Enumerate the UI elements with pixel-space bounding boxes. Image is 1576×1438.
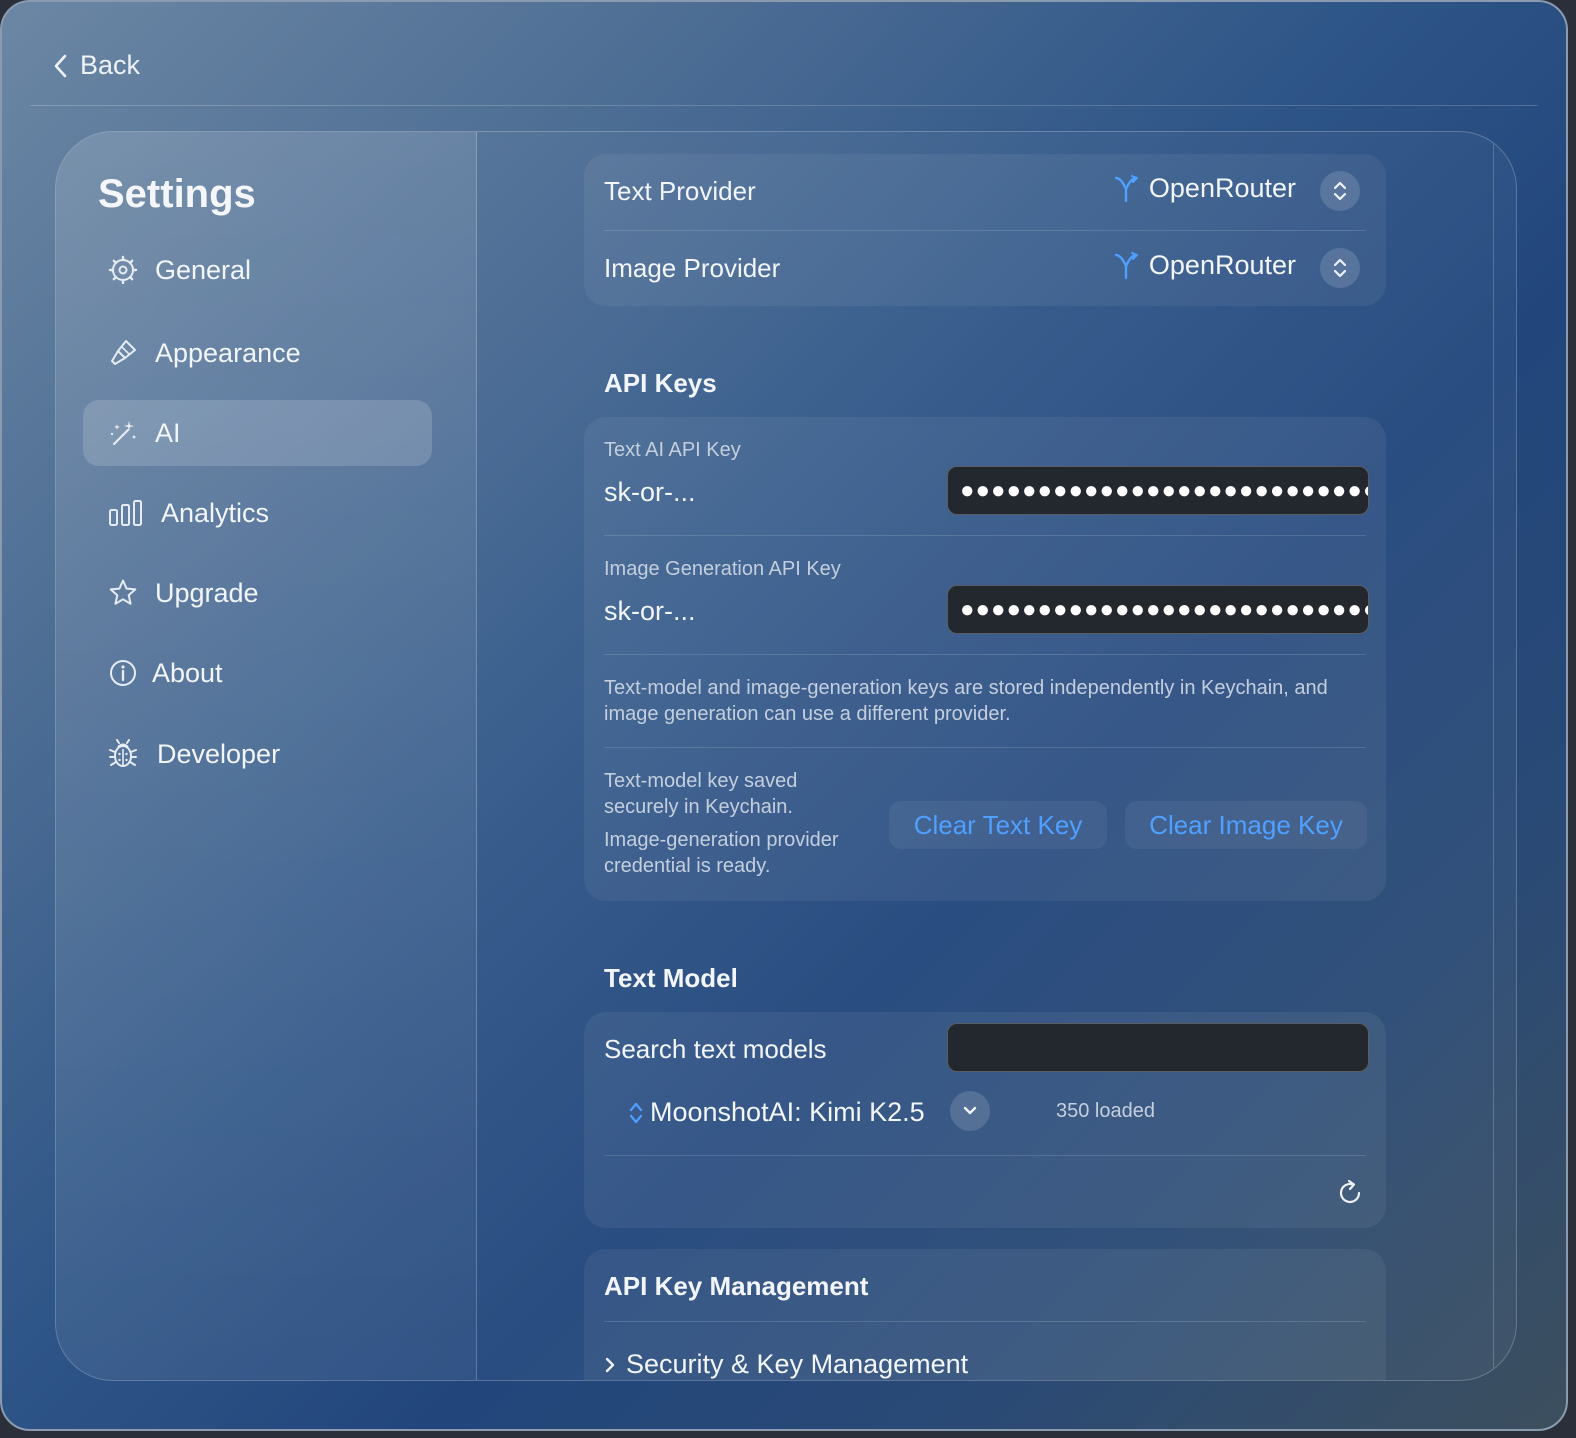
sidebar-item-label: Upgrade	[155, 577, 259, 608]
text-provider-label: Text Provider	[604, 176, 756, 206]
image-key-preview: sk-or-...	[604, 596, 696, 626]
chevron-right-icon	[605, 1357, 615, 1372]
image-api-key-field[interactable]: ●●●●●●●●●●●●●●●●●●●●●●●●●●●●	[947, 585, 1369, 634]
openrouter-icon	[1114, 251, 1138, 279]
gear-icon	[107, 254, 139, 286]
ai-settings-content: Text Provider OpenRouter Image Provider …	[477, 132, 1493, 1380]
api-keys-heading: API Keys	[604, 368, 717, 398]
divider	[604, 1321, 1366, 1322]
model-picker[interactable]: MoonshotAI: Kimi K2.5	[628, 1097, 925, 1128]
up-down-chevron-icon	[1333, 258, 1347, 278]
up-down-chevron-icon	[1333, 181, 1347, 201]
text-key-preview: sk-or-...	[604, 477, 696, 507]
back-button[interactable]: Back	[52, 50, 140, 81]
bug-icon	[107, 738, 139, 770]
bar-chart-icon	[107, 497, 145, 529]
refresh-icon[interactable]	[1334, 1177, 1366, 1209]
search-models-input[interactable]	[947, 1023, 1369, 1072]
settings-window: Back Settings General Appearance AI Anal…	[0, 0, 1568, 1431]
divider	[604, 747, 1366, 748]
text-key-status: Text-model key saved securely in Keychai…	[604, 770, 798, 818]
up-down-chevron-icon	[629, 1102, 643, 1123]
settings-panel: Settings General Appearance AI Analytics…	[55, 131, 1517, 1381]
key-management-heading: API Key Management	[604, 1271, 869, 1301]
sidebar-item-label: Developer	[157, 738, 281, 769]
sidebar-item-ai[interactable]: AI	[83, 400, 432, 466]
sidebar-item-label: General	[155, 254, 252, 285]
image-provider-stepper[interactable]	[1320, 248, 1360, 288]
chevron-left-icon	[54, 54, 67, 77]
info-icon	[107, 657, 139, 689]
sidebar: Settings General Appearance AI Analytics…	[56, 132, 477, 1380]
sidebar-item-about[interactable]: About	[83, 640, 432, 706]
magic-wand-icon	[107, 417, 139, 449]
keychain-storage-note: Text-model and image-generation keys are…	[604, 677, 1328, 725]
provider-card: Text Provider OpenRouter Image Provider …	[584, 154, 1386, 306]
selected-model-name: MoonshotAI: Kimi K2.5	[650, 1097, 925, 1127]
sidebar-item-label: AI	[155, 417, 181, 448]
image-key-status: Image-generation provider credential is …	[604, 829, 839, 877]
text-api-key-field[interactable]: ●●●●●●●●●●●●●●●●●●●●●●●●●●●●	[947, 466, 1369, 515]
text-provider-picker[interactable]: OpenRouter	[1113, 173, 1296, 204]
search-models-label: Search text models	[604, 1034, 827, 1064]
text-provider-value: OpenRouter	[1148, 173, 1296, 203]
sidebar-title: Settings	[98, 172, 256, 216]
sidebar-item-analytics[interactable]: Analytics	[83, 480, 432, 546]
sidebar-item-appearance[interactable]: Appearance	[83, 320, 432, 386]
clear-image-key-button[interactable]: Clear Image Key	[1125, 801, 1367, 849]
text-model-heading: Text Model	[604, 963, 738, 993]
paintbrush-icon	[107, 337, 139, 369]
chevron-down-icon	[963, 1106, 977, 1115]
sidebar-item-developer[interactable]: Developer	[83, 721, 432, 787]
image-provider-label: Image Provider	[604, 253, 781, 283]
divider	[604, 1155, 1366, 1156]
sidebar-item-label: About	[152, 657, 223, 688]
divider	[604, 535, 1366, 536]
star-icon	[107, 577, 139, 609]
model-dropdown-button[interactable]	[950, 1091, 990, 1131]
image-key-caption: Image Generation API Key	[604, 558, 841, 580]
disclosure-label: Security & Key Management	[626, 1349, 969, 1379]
api-keys-card: Text AI API Key sk-or-... ●●●●●●●●●●●●●●…	[584, 417, 1386, 901]
divider	[604, 654, 1366, 655]
divider	[604, 230, 1366, 231]
sidebar-item-upgrade[interactable]: Upgrade	[83, 560, 432, 626]
top-bar: Back	[30, 2, 1538, 106]
key-management-card: API Key Management Security & Key Manage…	[584, 1249, 1386, 1380]
text-model-card: Search text models MoonshotAI: Kimi K2.5…	[584, 1012, 1386, 1228]
back-label: Back	[80, 50, 141, 80]
text-provider-stepper[interactable]	[1320, 171, 1360, 211]
sidebar-item-label: Analytics	[161, 497, 270, 528]
image-provider-value: OpenRouter	[1148, 250, 1296, 280]
openrouter-icon	[1114, 174, 1138, 202]
sidebar-item-label: Appearance	[155, 337, 301, 368]
image-provider-picker[interactable]: OpenRouter	[1113, 250, 1296, 281]
scroll-rail[interactable]	[1493, 132, 1516, 1380]
models-loaded-count: 350 loaded	[1056, 1100, 1155, 1122]
clear-text-key-button[interactable]: Clear Text Key	[889, 801, 1107, 849]
text-key-caption: Text AI API Key	[604, 439, 741, 461]
sidebar-item-general[interactable]: General	[83, 237, 432, 303]
security-key-management-disclosure[interactable]: Security & Key Management	[604, 1349, 968, 1380]
